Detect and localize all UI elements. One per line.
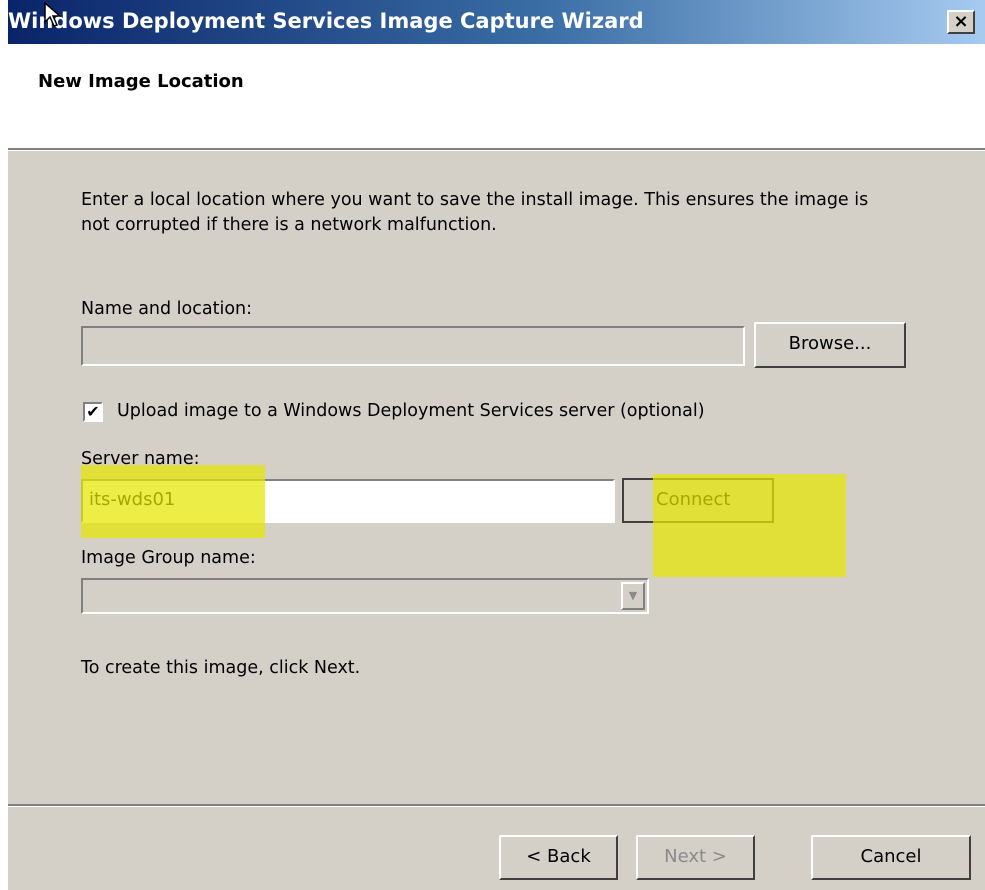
image-group-select[interactable]: ▼ bbox=[81, 578, 649, 614]
window-title: Windows Deployment Services Image Captur… bbox=[8, 9, 644, 33]
dropdown-arrow-icon[interactable]: ▼ bbox=[621, 582, 645, 610]
server-name-highlight bbox=[81, 465, 265, 538]
name-location-field[interactable] bbox=[81, 326, 745, 366]
next-hint-text: To create this image, click Next. bbox=[81, 658, 361, 678]
mouse-pointer-icon bbox=[44, 2, 63, 27]
cancel-button[interactable]: Cancel bbox=[811, 835, 971, 880]
chevron-down-icon: ▼ bbox=[628, 589, 638, 602]
instructions-text: Enter a local location where you want to… bbox=[81, 190, 869, 235]
upload-checkbox[interactable]: ✔ bbox=[83, 402, 103, 422]
title-bar[interactable]: Windows Deployment Services Image Captur… bbox=[8, 0, 985, 44]
page-title: New Image Location bbox=[38, 71, 244, 92]
wizard-header: New Image Location bbox=[8, 44, 985, 148]
next-button[interactable]: Next > bbox=[636, 835, 755, 880]
browse-button[interactable]: Browse... bbox=[754, 322, 906, 368]
name-location-label: Name and location: bbox=[81, 299, 253, 319]
header-divider bbox=[8, 148, 985, 151]
connect-highlight bbox=[653, 474, 846, 577]
close-icon: × bbox=[953, 11, 969, 32]
wizard-window: Windows Deployment Services Image Captur… bbox=[8, 0, 985, 890]
image-group-label: Image Group name: bbox=[81, 548, 256, 568]
check-mark-icon: ✔ bbox=[86, 402, 100, 421]
footer-divider bbox=[8, 804, 985, 807]
back-button[interactable]: < Back bbox=[499, 835, 618, 880]
close-button[interactable]: × bbox=[947, 10, 975, 34]
upload-checkbox-label[interactable]: Upload image to a Windows Deployment Ser… bbox=[117, 399, 705, 424]
